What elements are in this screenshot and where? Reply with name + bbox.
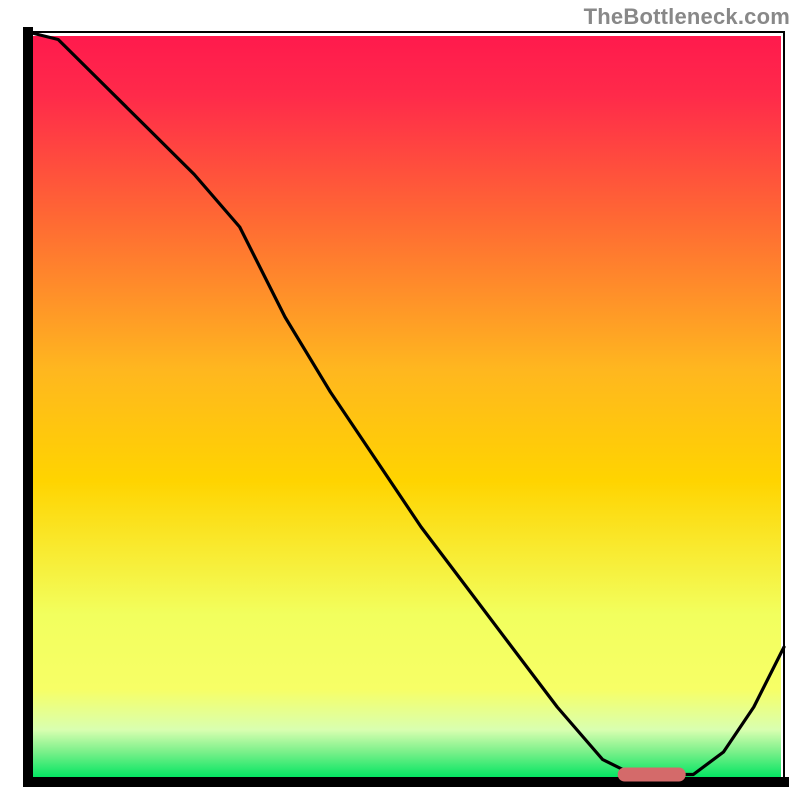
bottleneck-chart bbox=[0, 0, 800, 800]
